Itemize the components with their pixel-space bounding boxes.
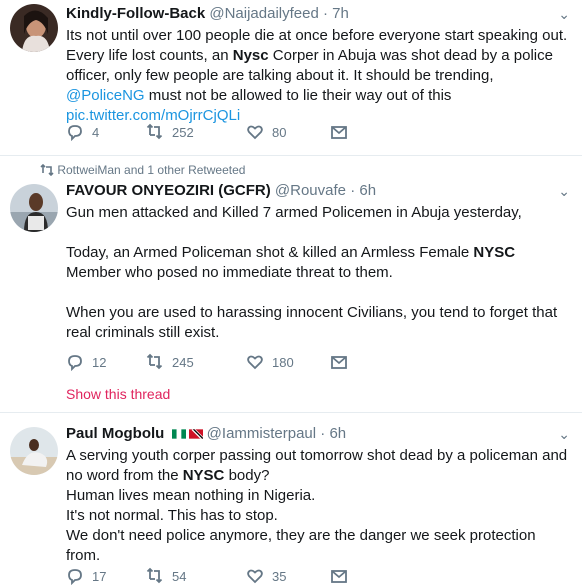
reply-button[interactable]: 17 — [66, 567, 146, 585]
text-bold: Nysc — [232, 47, 269, 64]
text-segment: must not be allowed to lie their way out… — [144, 87, 456, 104]
author-handle[interactable]: @Naijadailyfeed — [209, 5, 318, 22]
dm-icon — [331, 570, 347, 583]
reply-button[interactable]: 4 — [66, 123, 146, 141]
reply-count: 17 — [92, 568, 107, 584]
reply-icon — [68, 125, 82, 141]
avatar[interactable] — [10, 4, 58, 52]
like-count: 80 — [272, 124, 287, 140]
reply-count: 12 — [92, 354, 107, 370]
retweeted-icon — [40, 163, 54, 177]
author-name[interactable]: Paul Mogbolu — [66, 425, 164, 442]
tweet-text: Gun men attacked and Killed 7 armed Poli… — [66, 203, 570, 343]
retweet-count: 54 — [172, 568, 187, 584]
nigeria-flag-icon — [171, 429, 186, 439]
timestamp[interactable]: 6h — [359, 182, 376, 199]
dm-icon — [331, 126, 347, 139]
reply-icon — [68, 355, 82, 371]
avatar[interactable] — [10, 184, 58, 232]
timestamp[interactable]: 6h — [329, 425, 346, 442]
timestamp[interactable]: 7h — [332, 5, 349, 22]
avatar[interactable] — [10, 427, 58, 475]
caret-down-icon[interactable]: ⌄ — [558, 4, 570, 24]
tweet-text: A serving youth corper passing out tomor… — [66, 446, 570, 566]
author-name[interactable]: FAVOUR ONYEOZIRI (GCFR) — [66, 182, 271, 199]
dm-icon — [331, 356, 347, 369]
retweet-icon — [146, 567, 163, 584]
like-icon — [247, 125, 263, 140]
retweet-count: 245 — [172, 354, 194, 370]
text-bold: NYSC — [473, 244, 516, 261]
retweet-icon — [146, 353, 163, 370]
separator-dot: · — [322, 5, 328, 22]
author-handle[interactable]: @Iammisterpaul — [207, 425, 316, 442]
reply-count: 4 — [92, 124, 100, 140]
like-count: 180 — [272, 354, 294, 370]
tweet[interactable]: Kindly-Follow-Back @Naijadailyfeed · 7h … — [0, 0, 582, 156]
separator-dot: · — [320, 425, 326, 442]
separator-dot: · — [350, 182, 356, 199]
like-icon — [247, 569, 263, 584]
author-name[interactable]: Kindly-Follow-Back — [66, 5, 205, 22]
retweet-context[interactable]: RottweiMan and 1 other Retweeted — [40, 163, 245, 177]
tweet-actions: 4 252 80 — [66, 123, 410, 141]
retweet-count: 252 — [172, 124, 194, 140]
show-thread-link[interactable]: Show this thread — [66, 386, 170, 402]
trinidad-flag-icon — [188, 429, 203, 439]
retweet-button[interactable]: 245 — [146, 353, 246, 371]
like-button[interactable]: 180 — [246, 353, 330, 371]
tweet[interactable]: Paul Mogbolu @Iammisterpaul · 6h ⌄ A ser… — [0, 413, 582, 585]
tweet[interactable]: RottweiMan and 1 other Retweeted FAVOUR … — [0, 156, 582, 413]
tweet-actions: 17 54 35 — [66, 567, 410, 585]
text-segment: A serving youth corper passing out tomor… — [66, 447, 572, 484]
retweet-button[interactable]: 54 — [146, 567, 246, 585]
retweet-context-text: RottweiMan and 1 other Retweeted — [57, 163, 246, 177]
dm-button[interactable] — [330, 353, 410, 371]
like-count: 35 — [272, 568, 287, 584]
dm-button[interactable] — [330, 567, 410, 585]
text-bold: NYSC — [182, 467, 225, 484]
caret-down-icon[interactable]: ⌄ — [558, 181, 570, 201]
like-button[interactable]: 35 — [246, 567, 330, 585]
author-handle[interactable]: @Rouvafe — [275, 182, 346, 199]
pic-link[interactable]: pic.twitter.com/mOjrrCjQLi — [66, 107, 240, 124]
reply-button[interactable]: 12 — [66, 353, 146, 371]
dm-button[interactable] — [330, 123, 410, 141]
caret-down-icon[interactable]: ⌄ — [558, 424, 570, 444]
tweet-text: Its not until over 100 people die at onc… — [66, 26, 570, 126]
retweet-button[interactable]: 252 — [146, 123, 246, 141]
mention-link[interactable]: @PoliceNG — [66, 87, 145, 104]
retweet-icon — [146, 123, 163, 140]
like-button[interactable]: 80 — [246, 123, 330, 141]
tweet-actions: 12 245 180 — [66, 353, 410, 371]
like-icon — [247, 355, 263, 370]
text-segment: Gun men attacked and Killed 7 armed Poli… — [66, 204, 522, 261]
reply-icon — [68, 569, 82, 585]
